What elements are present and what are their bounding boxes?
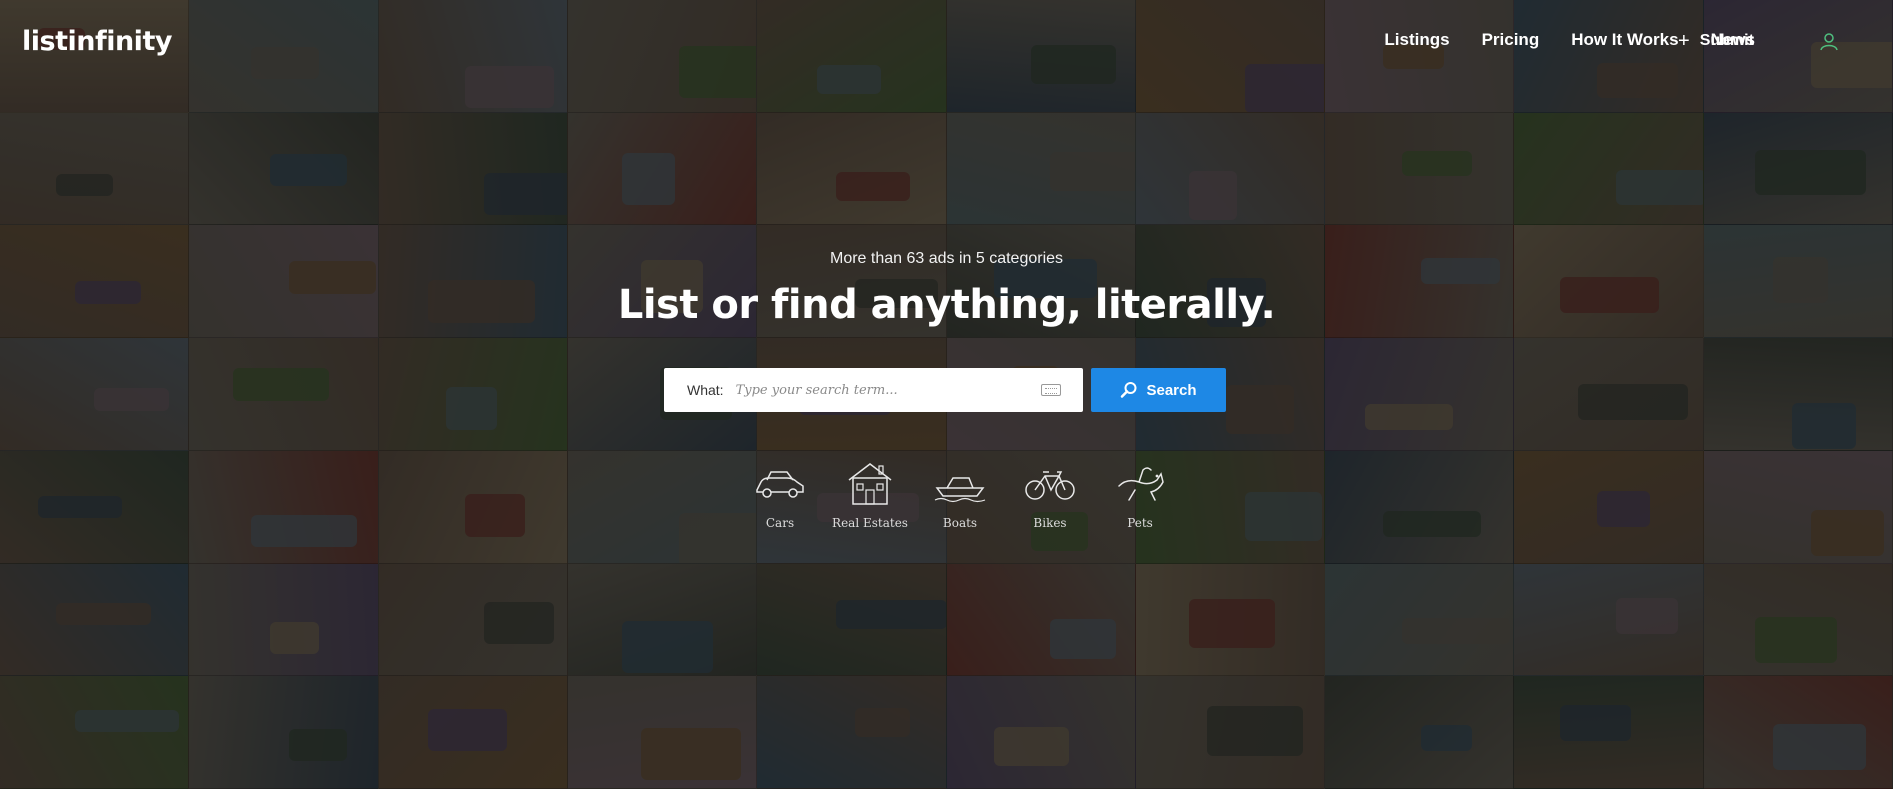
nav-listings[interactable]: Listings xyxy=(1384,30,1449,50)
category-list: Cars Real Estates Boats Bikes Pets xyxy=(735,460,1185,530)
pet-icon xyxy=(1118,467,1164,501)
plus-icon: + xyxy=(1678,30,1690,52)
search-input[interactable] xyxy=(735,382,1026,398)
site-logo[interactable]: listinfinity xyxy=(22,26,172,57)
site-header: listinfinity Listings Pricing How It Wor… xyxy=(0,0,1893,86)
user-icon[interactable] xyxy=(1818,30,1840,52)
search-button[interactable]: Search xyxy=(1091,368,1226,412)
category-pets[interactable]: Pets xyxy=(1095,460,1185,530)
category-real-estates[interactable]: Real Estates xyxy=(825,460,915,530)
search-bar: What: xyxy=(664,368,1083,412)
category-label: Real Estates xyxy=(832,516,908,530)
category-label: Boats xyxy=(942,516,978,530)
category-bikes[interactable]: Bikes xyxy=(1005,460,1095,530)
bicycle-icon xyxy=(1025,471,1075,500)
boat-icon xyxy=(934,477,986,503)
nav-pricing[interactable]: Pricing xyxy=(1482,30,1540,50)
hero-subtitle: More than 63 ads in 5 categories xyxy=(829,250,1064,267)
category-label: Bikes xyxy=(1033,516,1067,530)
category-cars[interactable]: Cars xyxy=(735,460,825,530)
submit-button[interactable]: + Submit xyxy=(1678,30,1754,52)
search-icon xyxy=(1121,382,1137,398)
nav-how-it-works[interactable]: How It Works xyxy=(1571,30,1678,50)
search-button-label: Search xyxy=(1146,381,1197,399)
category-label: Cars xyxy=(765,516,795,530)
category-boats[interactable]: Boats xyxy=(915,460,1005,530)
car-icon xyxy=(756,471,804,498)
house-icon xyxy=(848,463,892,505)
keyboard-icon[interactable] xyxy=(1041,384,1061,396)
hero-title: List or find anything, literally. xyxy=(617,282,1276,328)
search-label: What: xyxy=(687,382,724,398)
submit-label: Submit xyxy=(1699,32,1754,49)
category-label: Pets xyxy=(1127,516,1153,530)
